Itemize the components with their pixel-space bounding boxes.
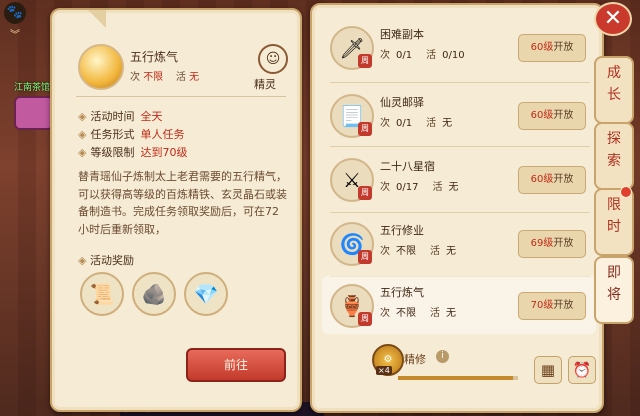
vitality-label: 活 bbox=[175, 72, 186, 83]
activity-name: 五行修业 bbox=[380, 224, 424, 237]
sprite-label[interactable]: 精灵 bbox=[254, 76, 276, 92]
activity-name: 困难副本 bbox=[380, 28, 424, 41]
times-value: 不限 bbox=[143, 72, 164, 83]
sprite-icon[interactable]: ☺ bbox=[258, 44, 288, 74]
alarm-clock-icon[interactable]: ⏰ bbox=[568, 356, 596, 384]
info-row-level: ◈ 等级限制 达到70级 bbox=[78, 144, 187, 160]
list-item[interactable]: 📃 周 仙灵邮驿 次 0/1 活无 60级开放 bbox=[322, 86, 596, 144]
info-value: 单人任务 bbox=[140, 128, 185, 141]
location-label: 江南茶馆 bbox=[14, 83, 51, 93]
list-item[interactable]: 🌀 周 五行修业 次不限活无 69级开放 bbox=[322, 214, 596, 272]
activity-stats: 次不限活无 bbox=[380, 246, 456, 257]
activity-limits: 次 不限 活 无 bbox=[130, 68, 199, 83]
activity-description: 替青瑶仙子炼制太上老君需要的五行精气，可以获得高等级的百炼精铁、玄灵晶石或装备制… bbox=[78, 170, 287, 236]
divider bbox=[76, 96, 286, 97]
panel-fold-corner bbox=[88, 10, 106, 28]
list-item[interactable]: 🗡 周 困难副本 次 0/1 活 0/10 60级开放 bbox=[322, 18, 596, 76]
info-label: 等级限制 bbox=[90, 146, 135, 159]
weekly-badge: 周 bbox=[358, 312, 372, 326]
list-item[interactable]: ⚔ 周 二十八星宿 次 0/17 活无 60级开放 bbox=[322, 150, 596, 208]
open-button[interactable]: 69级开放 bbox=[518, 230, 586, 258]
tab-explore[interactable]: 探索 bbox=[594, 122, 634, 190]
info-row-time: ◈ 活动时间 全天 bbox=[78, 108, 162, 124]
vitality-value: 无 bbox=[189, 72, 200, 83]
notification-dot bbox=[620, 186, 632, 198]
activity-stats: 次 0/17 活无 bbox=[380, 182, 459, 193]
refine-progress-track bbox=[398, 376, 518, 380]
rewards-heading: ◈ 活动奖励 bbox=[78, 252, 134, 268]
activity-stats: 次 0/1 活无 bbox=[380, 118, 453, 129]
activity-name: 二十八星宿 bbox=[380, 160, 435, 173]
diamond-icon: ◈ bbox=[78, 110, 87, 123]
reward-ore-icon[interactable]: 🪨 bbox=[132, 272, 176, 316]
times-label: 次 bbox=[130, 72, 140, 83]
tab-upcoming[interactable]: 即将 bbox=[594, 256, 634, 324]
go-button[interactable]: 前往 bbox=[186, 348, 286, 382]
rewards-label: 活动奖励 bbox=[89, 254, 134, 267]
weekly-badge: 周 bbox=[358, 250, 372, 264]
furnace-icon bbox=[78, 44, 124, 90]
info-label: 任务形式 bbox=[90, 128, 135, 141]
list-item-selected[interactable]: 🏺 周 五行炼气 次不限活无 70级开放 bbox=[322, 276, 596, 334]
diamond-icon: ◈ bbox=[78, 254, 90, 267]
open-button[interactable]: 70级开放 bbox=[518, 292, 586, 320]
diamond-icon: ◈ bbox=[78, 128, 87, 141]
diamond-icon: ◈ bbox=[78, 146, 87, 159]
divider bbox=[330, 82, 590, 83]
open-button[interactable]: 60级开放 bbox=[518, 102, 586, 130]
refine-label: 精修 bbox=[404, 353, 426, 366]
activity-stats: 次不限活无 bbox=[380, 308, 456, 319]
tab-growth[interactable]: 成长 bbox=[594, 56, 634, 124]
info-row-form: ◈ 任务形式 单人任务 bbox=[78, 126, 184, 142]
paw-icon[interactable]: 🐾 bbox=[4, 2, 26, 24]
info-value: 达到70级 bbox=[140, 146, 188, 159]
reward-crystal-icon[interactable]: 💎 bbox=[184, 272, 228, 316]
open-button[interactable]: 60级开放 bbox=[518, 166, 586, 194]
tab-limited[interactable]: 限时 bbox=[594, 188, 634, 256]
open-button[interactable]: 60级开放 bbox=[518, 34, 586, 62]
activity-stats: 次 0/1 活 0/10 bbox=[380, 50, 465, 61]
reward-book-icon[interactable]: 📜 bbox=[80, 272, 124, 316]
chest-prop bbox=[14, 96, 54, 130]
weekly-badge: 周 bbox=[358, 186, 372, 200]
weekly-badge: 周 bbox=[358, 54, 372, 68]
info-label: 活动时间 bbox=[90, 110, 135, 123]
divider bbox=[330, 146, 590, 147]
chevron-down-icon[interactable]: ︾ bbox=[10, 26, 20, 41]
close-icon[interactable]: ✕ bbox=[594, 2, 632, 36]
calendar-icon[interactable]: ▦ bbox=[534, 356, 562, 384]
refine-progress-fill bbox=[398, 376, 514, 380]
divider bbox=[330, 212, 590, 213]
weekly-badge: 周 bbox=[358, 122, 372, 136]
activity-name: 五行炼气 bbox=[380, 286, 424, 299]
multiplier-badge: ×4 bbox=[376, 366, 392, 375]
info-icon[interactable]: i bbox=[436, 350, 449, 363]
activity-title: 五行炼气 bbox=[130, 50, 179, 64]
activity-name: 仙灵邮驿 bbox=[380, 96, 424, 109]
info-value: 全天 bbox=[140, 110, 163, 123]
